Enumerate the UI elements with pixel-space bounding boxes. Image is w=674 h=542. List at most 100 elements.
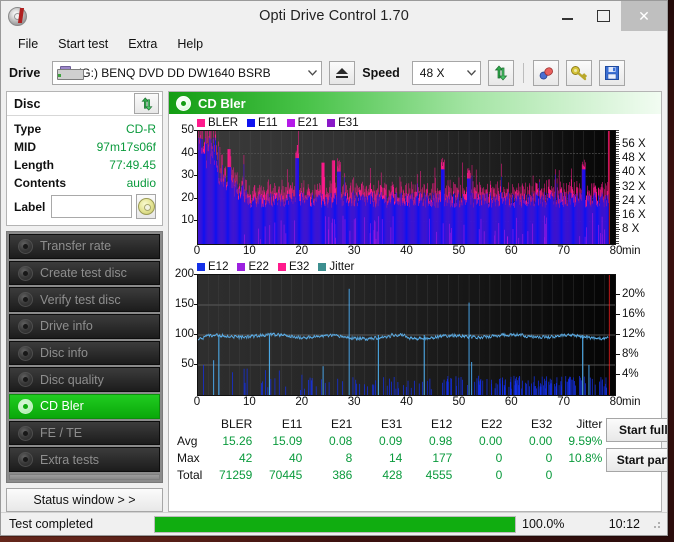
application-window: Opti Drive Control 1.70 ✕ File Start tes… [0, 0, 668, 536]
chart1-wrap: 10 20 30 40 50 8 X 16 X 24 X 32 X 40 X 48 X 56 X [169, 124, 661, 245]
key-button[interactable] [565, 60, 592, 86]
avg-e32: 0.00 [529, 433, 553, 448]
charts-area: BLER E11 E21 E31 10 20 30 40 50 8 X 16 X 24 X3… [169, 114, 661, 411]
max-e12: 177 [432, 450, 453, 465]
disc-label-button[interactable] [136, 194, 156, 219]
title-bar: Opti Drive Control 1.70 ✕ [1, 1, 667, 32]
col-e21: E21 [331, 416, 353, 431]
disc-refresh-button[interactable] [134, 93, 159, 114]
disc-row-length: Length 77:49.45 [14, 156, 156, 174]
maximize-button[interactable] [585, 1, 621, 31]
disc-contents-key: Contents [14, 176, 66, 190]
cd-bler-panel: CD Bler BLER E11 E21 E31 10 20 30 40 50 8 X1 [168, 91, 667, 512]
chart2-wrap: 50 100 150 200 4% 8% 12% 16% 20% [169, 268, 661, 396]
disc-icon [137, 198, 155, 215]
col-e31: E31 [381, 416, 403, 431]
legend-swatch [247, 119, 256, 127]
eject-button[interactable] [329, 61, 356, 85]
total-e22: 0 [495, 467, 503, 482]
row-label-total: Total [177, 467, 203, 482]
disc-label-input[interactable] [51, 195, 133, 218]
table-header-row: BLER E11 E21 E31 E12 E22 E32 Jitter [173, 415, 606, 432]
sidebar-item-fe-te[interactable]: FE / TE [9, 420, 160, 446]
total-e32: 0 [545, 467, 553, 482]
legend-item-e22: E22 [237, 261, 272, 273]
resize-grip[interactable] [650, 518, 662, 530]
close-button[interactable]: ✕ [621, 1, 667, 31]
total-e31: 428 [382, 467, 403, 482]
disc-icon [18, 238, 33, 254]
save-button[interactable] [598, 60, 625, 86]
row-label-max: Max [177, 450, 200, 465]
table-row: Total 71259 70445 386 428 4555 0 0 [173, 466, 606, 483]
col-e11: E11 [281, 416, 303, 431]
table-row: Max 42 40 8 14 177 0 0 10.8% [173, 449, 606, 466]
legend-item-jitter: Jitter [318, 261, 358, 273]
sidebar-item-label: Disc info [40, 346, 88, 361]
toolbar-divider [522, 63, 524, 83]
disc-length-value: 77:49.45 [109, 158, 156, 172]
avg-e22: 0.00 [479, 433, 503, 448]
status-bar: Test completed 100.0% 10:12 [1, 512, 667, 535]
chart2-plot [197, 274, 616, 396]
chart2-x-axis: 0 10 20 30 40 50 60 70 80 min [193, 396, 641, 408]
sidebar-item-label: CD Bler [40, 399, 84, 414]
sidebar-item-transfer-rate[interactable]: Transfer rate [9, 234, 160, 259]
start-part-button[interactable]: Start part [606, 448, 667, 472]
stats-corner [173, 415, 206, 432]
drive-select[interactable]: (G:) BENQ DVD DD DW1640 BSRB [52, 61, 323, 85]
legend-item-bler: BLER [197, 117, 242, 129]
total-e11: 70445 [268, 467, 303, 482]
sidebar-item-disc-quality[interactable]: Disc quality [9, 367, 160, 393]
sidebar-item-label: Drive info [40, 319, 93, 334]
disc-contents-value: audio [126, 176, 156, 190]
progress-percent: 100.0% [522, 517, 565, 531]
disc-length-key: Length [14, 158, 54, 172]
max-e22: 0 [495, 450, 503, 465]
legend-swatch [237, 263, 246, 271]
menu-extra[interactable]: Extra [119, 35, 166, 53]
disc-icon [176, 95, 191, 111]
start-full-button[interactable]: Start full [606, 418, 667, 442]
menu-start-test[interactable]: Start test [49, 35, 117, 53]
disc-row-type: Type CD-R [14, 120, 156, 138]
panel-header: CD Bler [169, 92, 661, 114]
start-buttons: Start full Start part [606, 415, 667, 472]
menu-file[interactable]: File [9, 35, 47, 53]
sidebar-item-create-test-disc[interactable]: Create test disc [9, 260, 160, 286]
status-text: Test completed [9, 517, 94, 531]
disc-row-mid: MID 97m17s06f [14, 138, 156, 156]
panel-title: CD Bler [198, 95, 246, 111]
disc-panel-title: Disc [14, 96, 41, 111]
refresh-button[interactable] [487, 60, 514, 86]
speed-select[interactable]: 48 X [411, 61, 481, 85]
legend-item-e11: E11 [247, 117, 282, 129]
sidebar-item-verify-test-disc[interactable]: Verify test disc [9, 287, 160, 313]
menu-help[interactable]: Help [168, 35, 212, 53]
tabs-filler [9, 474, 160, 481]
sidebar-item-extra-tests[interactable]: Extra tests [9, 447, 160, 473]
disc-rows: Type CD-R MID 97m17s06f Length 77:49.45 … [7, 116, 162, 225]
avg-jitter: 9.59% [568, 433, 603, 448]
avg-e11: 15.09 [272, 433, 303, 448]
legend-item-e31: E31 [327, 117, 362, 129]
total-e12: 4555 [425, 467, 453, 482]
sidebar-item-cd-bler[interactable]: CD Bler [9, 394, 160, 419]
sidebar-item-disc-info[interactable]: Disc info [9, 340, 160, 366]
refresh-icon [141, 96, 152, 111]
legend-swatch [197, 119, 205, 127]
disc-icon [18, 345, 33, 361]
progress-fill [155, 516, 515, 532]
refresh-icon [494, 65, 508, 81]
status-window-button[interactable]: Status window > > [6, 488, 163, 512]
disc-mid-value: 97m17s06f [96, 140, 156, 154]
sidebar-item-drive-info[interactable]: Drive info [9, 314, 160, 339]
pill-button[interactable] [532, 60, 559, 86]
disc-row-contents: Contents audio [14, 174, 156, 192]
main-body: Disc Type CD-R MID 97m17s06f Length 77:4… [1, 91, 667, 512]
minimize-button[interactable] [549, 1, 585, 31]
disc-panel-header: Disc [7, 92, 162, 116]
legend-swatch [286, 119, 295, 127]
test-tabs: Transfer rate Create test disc Verify te… [6, 231, 163, 483]
disc-label-row: Label [14, 193, 156, 220]
